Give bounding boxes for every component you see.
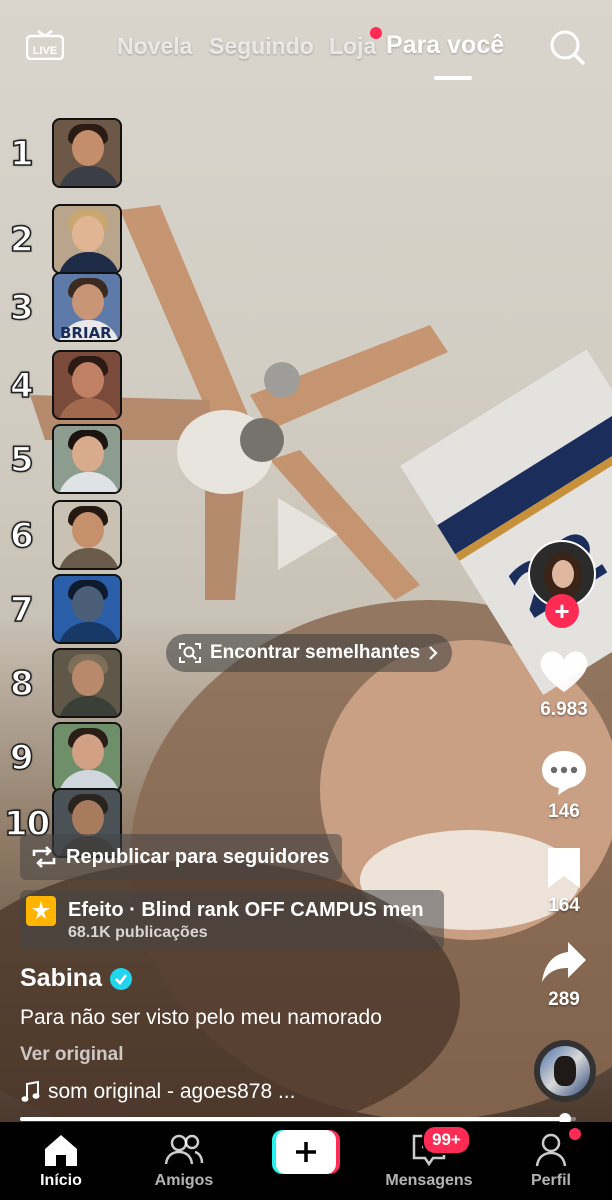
share-button[interactable]: 289 — [524, 940, 604, 1011]
rank-item: 1 — [0, 116, 130, 190]
tab-loja[interactable]: Loja — [329, 33, 376, 60]
profile-icon — [535, 1133, 567, 1167]
see-original-link[interactable]: Ver original — [20, 1044, 123, 1066]
effect-banner[interactable]: Efeito · Blind rank OFF CAMPUS men 68.1K… — [20, 890, 444, 950]
music-disc[interactable] — [534, 1040, 596, 1102]
rank-thumbnail[interactable] — [52, 424, 122, 494]
create-plus-icon — [272, 1130, 340, 1174]
post-caption: Para não ser visto pelo meu namorado — [20, 1006, 382, 1029]
rank-number: 4 — [9, 365, 34, 407]
bottom-tab-bar: Início Amigos Mensagens Perfil — [0, 1122, 612, 1200]
heart-icon — [540, 651, 588, 692]
live-label: LIVE — [33, 45, 57, 57]
visual-search-icon — [179, 643, 201, 663]
tab-para-voce[interactable]: Para você — [386, 31, 504, 60]
active-tab-indicator — [434, 76, 472, 80]
live-tv-icon: LIVE — [25, 29, 65, 61]
share-count: 289 — [548, 989, 580, 1010]
verified-badge-icon — [109, 967, 132, 990]
messages-badge: 99+ — [422, 1125, 471, 1155]
sound-label: som original - agoes878 ... — [48, 1080, 296, 1103]
rank-thumbnail[interactable] — [52, 648, 122, 718]
bookmark-icon — [548, 848, 580, 888]
notification-dot — [370, 27, 382, 39]
rank-item: 5 — [0, 422, 130, 496]
search-icon — [550, 30, 585, 65]
repost-icon — [32, 846, 56, 868]
save-button[interactable]: 164 — [524, 846, 604, 917]
rank-number: 5 — [9, 439, 34, 481]
rank-item: 3 BRIAR — [0, 270, 130, 344]
tab-inicio[interactable]: Início — [6, 1122, 116, 1200]
rank-item: 9 — [0, 720, 130, 794]
rank-thumbnail[interactable] — [52, 500, 122, 570]
creator-avatar-group: + — [528, 540, 600, 630]
rank-number: 8 — [9, 663, 34, 705]
rank-item: 2 — [0, 202, 130, 276]
rank-item: 4 — [0, 348, 130, 422]
rank-number: 2 — [9, 219, 34, 261]
find-similar-label: Encontrar semelhantes — [210, 642, 421, 663]
rank-thumbnail[interactable] — [52, 574, 122, 644]
comment-button[interactable]: 146 — [524, 748, 604, 823]
effect-title: Efeito · Blind rank OFF CAMPUS men — [68, 899, 424, 921]
live-button[interactable]: LIVE — [25, 29, 65, 61]
rank-thumbnail[interactable] — [52, 350, 122, 420]
home-icon — [45, 1135, 77, 1166]
tab-label: Mensagens — [385, 1172, 473, 1189]
repost-label: Republicar para seguidores — [66, 845, 330, 868]
music-note-icon — [21, 1081, 40, 1102]
find-similar-button[interactable]: Encontrar semelhantes — [166, 634, 453, 672]
rank-item: 8 — [0, 646, 130, 720]
profile-notification-dot — [569, 1128, 581, 1140]
rank-number: 7 — [9, 589, 34, 631]
tab-amigos[interactable]: Amigos — [129, 1122, 239, 1200]
tab-label: Amigos — [154, 1172, 214, 1189]
effect-icon — [26, 896, 56, 926]
sound-link[interactable]: som original - agoes878 ... — [20, 1080, 295, 1104]
share-icon — [542, 942, 586, 982]
rank-number: 3 — [9, 287, 34, 329]
video-progress-bar[interactable] — [20, 1113, 576, 1125]
top-navigation: LIVE Novela Seguindo Loja Para você — [0, 0, 612, 90]
tab-label: Perfil — [530, 1172, 571, 1189]
tab-seguindo[interactable]: Seguindo — [209, 33, 314, 60]
tab-label: Início — [40, 1172, 82, 1189]
create-button[interactable] — [272, 1130, 340, 1174]
chevron-right-icon — [429, 646, 438, 660]
tab-perfil[interactable]: Perfil — [496, 1122, 606, 1200]
creator-username: Sabina — [20, 964, 102, 992]
like-count: 6.983 — [540, 699, 588, 720]
comment-count: 146 — [548, 801, 580, 822]
follow-button[interactable]: + — [545, 594, 579, 628]
progress-fill — [20, 1117, 565, 1121]
jersey-text: BRIAR — [60, 324, 112, 342]
rank-thumbnail[interactable] — [52, 204, 122, 274]
comment-icon — [542, 751, 586, 795]
rank-thumbnail[interactable] — [52, 118, 122, 188]
repost-button[interactable]: Republicar para seguidores — [20, 834, 342, 880]
rank-item: 7 — [0, 572, 130, 646]
effect-usage-count: 68.1K publicações — [68, 924, 208, 941]
rank-number: 1 — [9, 133, 34, 175]
save-count: 164 — [548, 895, 580, 916]
rank-number: 9 — [9, 737, 34, 779]
search-button[interactable] — [549, 29, 585, 65]
rank-number: 6 — [9, 515, 34, 557]
play-button[interactable] — [272, 494, 342, 574]
friends-icon — [164, 1134, 204, 1165]
rank-item: 6 — [0, 498, 130, 572]
like-button[interactable]: 6.983 — [524, 648, 604, 721]
rank-thumbnail[interactable]: BRIAR — [52, 272, 122, 342]
play-icon — [278, 498, 338, 570]
creator-username-row[interactable]: Sabina — [20, 964, 132, 993]
tab-novela[interactable]: Novela — [117, 33, 192, 60]
rank-thumbnail[interactable] — [52, 722, 122, 792]
